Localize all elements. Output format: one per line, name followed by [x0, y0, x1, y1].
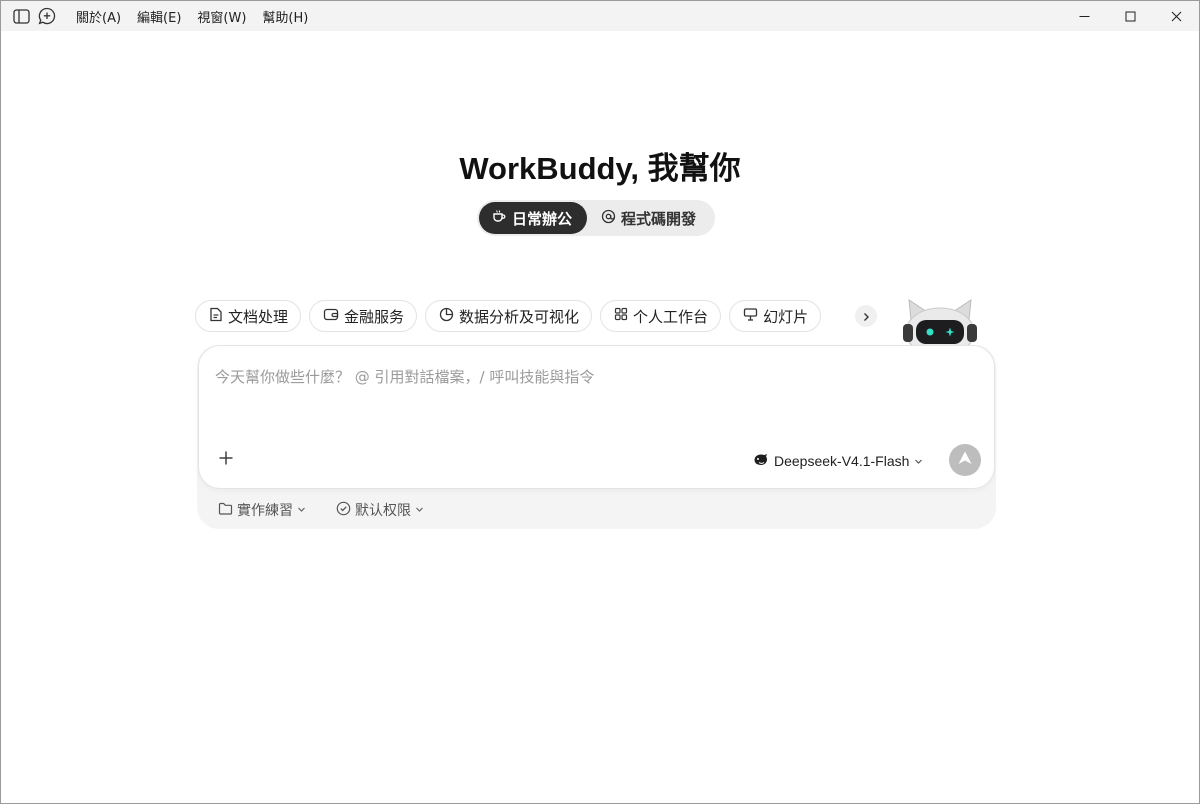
workspace-folder-selector[interactable]: 實作練習 — [218, 500, 306, 520]
prompt-input[interactable] — [215, 365, 955, 389]
close-button[interactable] — [1153, 1, 1199, 31]
menu-bar: 關於(A) 編輯(E) 視窗(W) 幫助(H) — [76, 7, 308, 26]
tab-daily-office-label: 日常辦公 — [512, 209, 573, 228]
chip-label: 数据分析及可视化 — [459, 307, 580, 326]
chevron-right-icon — [861, 307, 871, 326]
folder-icon — [218, 502, 233, 519]
model-label: Deepseek-V4.1-Flash — [774, 453, 910, 469]
wallet-icon — [323, 307, 339, 325]
maximize-button[interactable] — [1107, 1, 1153, 31]
shield-check-icon — [336, 501, 351, 520]
menu-help[interactable]: 幫助(H) — [262, 7, 308, 26]
grid-icon — [614, 307, 628, 325]
chip-personal-workspace[interactable]: 个人工作台 — [600, 300, 722, 332]
chip-label: 个人工作台 — [633, 307, 709, 326]
window-controls — [1061, 1, 1199, 31]
document-icon — [209, 307, 223, 326]
at-sign-icon — [601, 209, 616, 228]
model-selector[interactable]: Deepseek-V4.1-Flash — [753, 451, 923, 471]
title-bar: 關於(A) 編輯(E) 視窗(W) 幫助(H) — [1, 1, 1199, 31]
chevron-down-icon — [415, 502, 424, 518]
chip-label: 金融服务 — [344, 307, 405, 326]
chip-slides[interactable]: 幻灯片 — [729, 300, 822, 332]
attach-button[interactable] — [215, 449, 237, 471]
robot-cat-mascot — [899, 298, 981, 357]
page-title: WorkBuddy, 我幫你 — [459, 151, 741, 186]
app-window: 關於(A) 編輯(E) 視窗(W) 幫助(H) WorkBuddy, 我幫你 日… — [0, 0, 1200, 804]
category-chips: 文档处理 金融服务 数据分析及可视化 个人工作台 幻灯片 — [195, 300, 835, 334]
menu-window[interactable]: 視窗(W) — [197, 7, 246, 26]
sidebar-toggle-icon[interactable] — [10, 5, 32, 27]
tab-code-dev[interactable]: 程式碼開發 — [587, 202, 704, 234]
chip-financial-services[interactable]: 金融服务 — [309, 300, 418, 332]
pie-chart-icon — [439, 307, 454, 326]
new-chat-icon[interactable] — [36, 5, 58, 27]
deepseek-whale-icon — [753, 453, 769, 470]
chips-next-button[interactable] — [855, 305, 877, 327]
presentation-icon — [743, 307, 758, 326]
menu-edit[interactable]: 編輯(E) — [137, 7, 181, 26]
folder-label: 實作練習 — [237, 503, 293, 519]
permission-selector[interactable]: 默认权限 — [336, 500, 424, 520]
minimize-button[interactable] — [1061, 1, 1107, 31]
plus-icon — [218, 450, 234, 470]
chevron-down-icon — [297, 502, 306, 518]
chip-data-analysis[interactable]: 数据分析及可视化 — [425, 300, 593, 332]
chip-label: 文档处理 — [228, 307, 289, 326]
coffee-cup-icon — [491, 208, 507, 228]
chip-document-processing[interactable]: 文档处理 — [195, 300, 302, 332]
menu-about[interactable]: 關於(A) — [76, 7, 121, 26]
send-button[interactable] — [949, 444, 981, 476]
mode-toggle: 日常辦公 程式碼開發 — [477, 200, 715, 236]
chevron-down-icon — [914, 453, 923, 469]
permission-label: 默认权限 — [355, 503, 411, 519]
chip-label: 幻灯片 — [763, 307, 809, 326]
send-arrow-icon — [957, 450, 973, 470]
tab-daily-office[interactable]: 日常辦公 — [479, 202, 587, 234]
tab-code-dev-label: 程式碼開發 — [621, 209, 697, 228]
